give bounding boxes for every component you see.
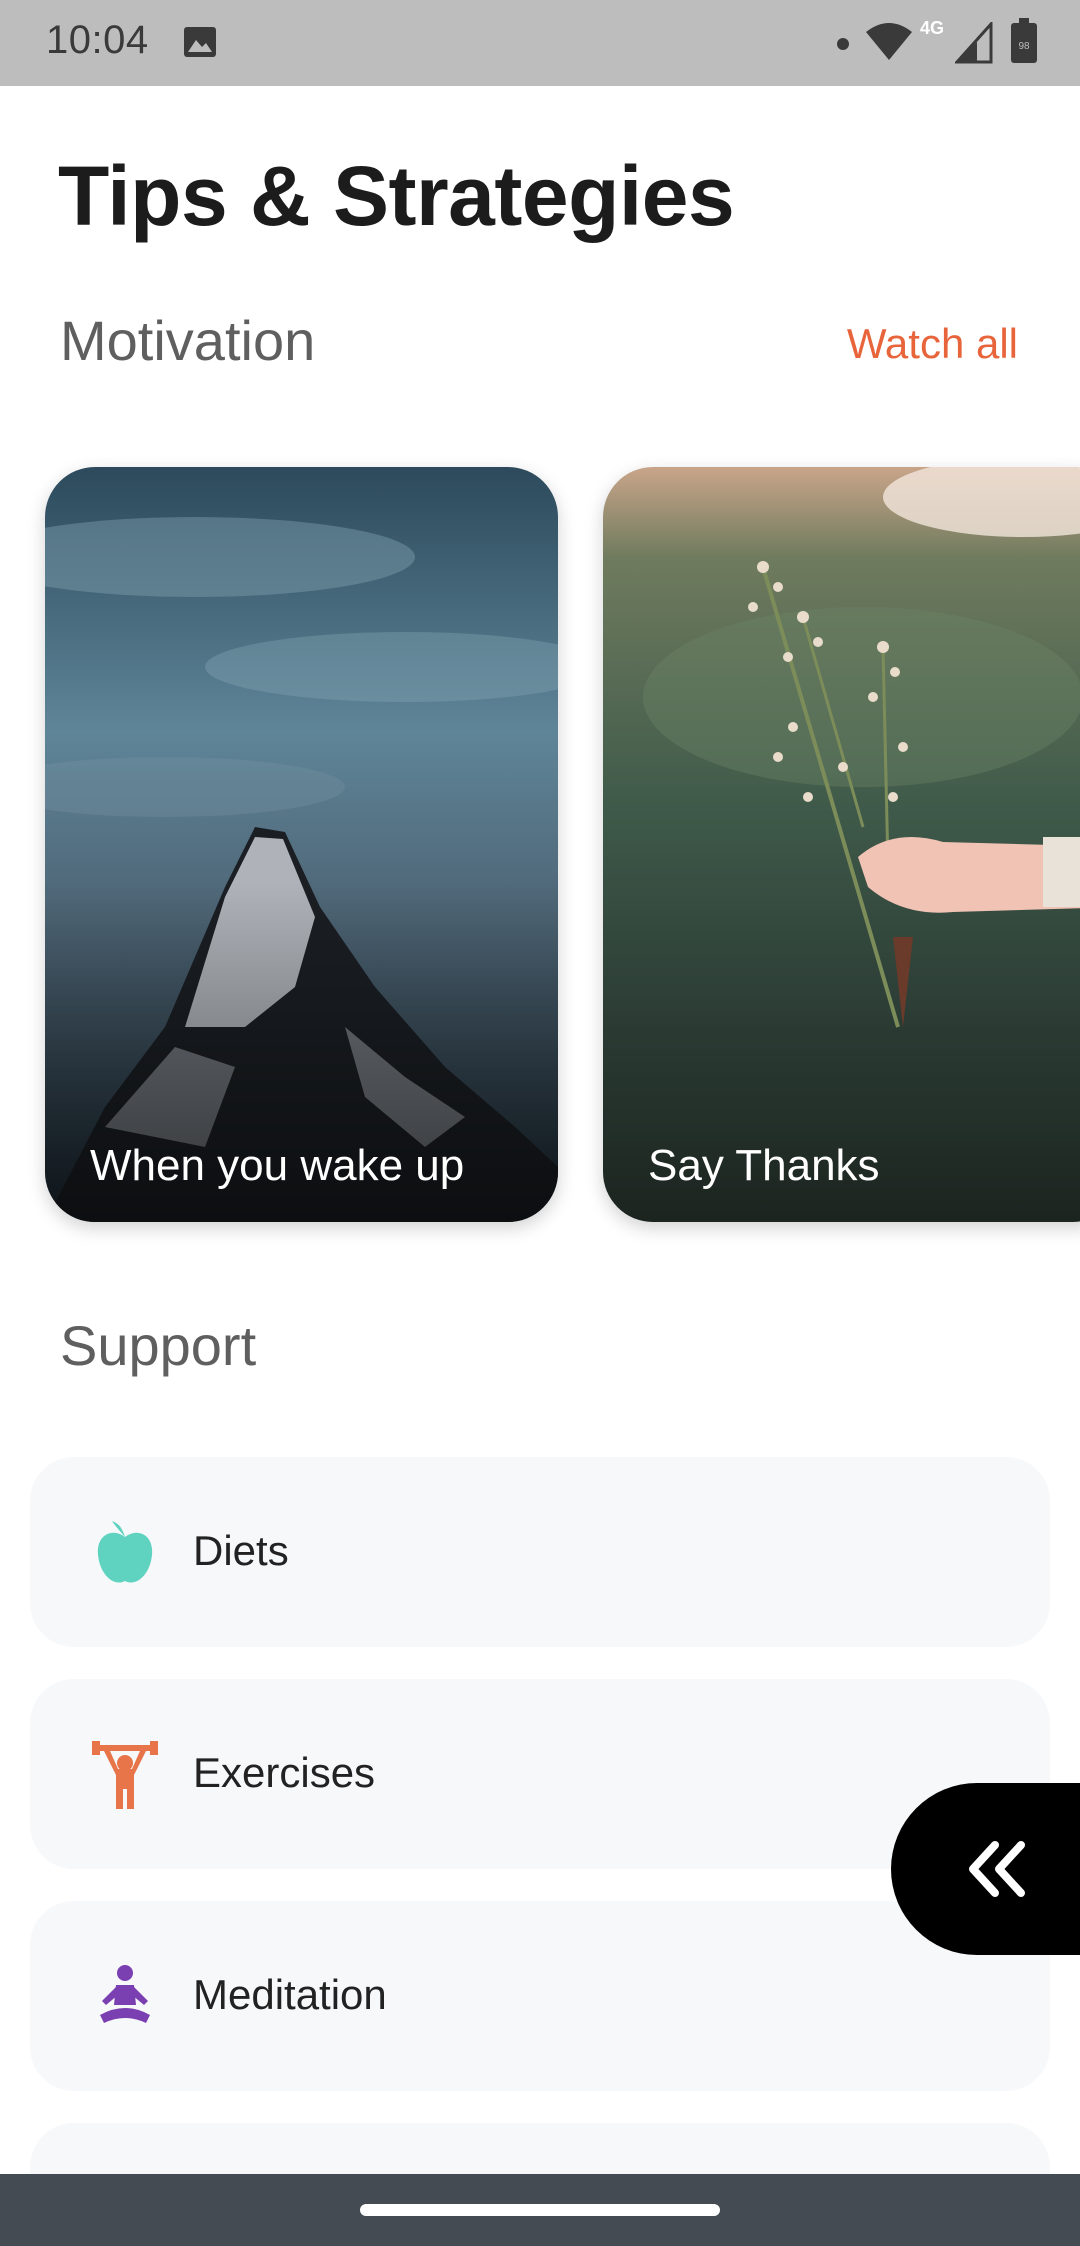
support-item-label: Exercises [193, 1749, 376, 1796]
card-label: When you wake up [90, 1141, 465, 1190]
status-bar: 10:04 4G 98 [0, 0, 1080, 86]
battery-icon: 98 [1011, 18, 1037, 63]
notification-dot-icon [837, 38, 849, 50]
system-nav-bar [0, 2174, 1080, 2246]
double-chevron-left-icon [969, 1841, 1025, 1897]
weightlifter-icon [92, 1741, 158, 1809]
collapse-panel-button[interactable] [891, 1783, 1080, 1955]
motivation-card-say-thanks[interactable]: Say Thanks [603, 467, 1080, 1222]
network-type: 4G [920, 18, 945, 38]
section-title-motivation: Motivation [60, 309, 316, 372]
watch-all-link[interactable]: Watch all [847, 320, 1018, 368]
support-item-label: Meditation [193, 1971, 387, 2018]
home-indicator[interactable] [360, 2204, 720, 2216]
support-item-diets[interactable]: Diets [30, 1457, 1050, 1647]
signal-icon [955, 22, 993, 64]
apple-icon [97, 1521, 153, 1583]
support-item-meditation[interactable]: Meditation [30, 1901, 1050, 2091]
status-time: 10:04 [46, 18, 149, 62]
image-icon [184, 27, 216, 57]
page-title: Tips & Strategies [58, 149, 735, 243]
support-item-label: Diets [193, 1527, 289, 1574]
section-title-support: Support [60, 1314, 257, 1377]
card-label: Say Thanks [648, 1141, 880, 1190]
meditation-icon [100, 1965, 150, 2023]
mountain-image [45, 467, 558, 1222]
battery-level: 98 [1018, 41, 1030, 52]
motivation-card-wake-up[interactable]: When you wake up [45, 467, 558, 1222]
wifi-icon [866, 23, 912, 60]
flowers-image [603, 467, 1080, 1222]
